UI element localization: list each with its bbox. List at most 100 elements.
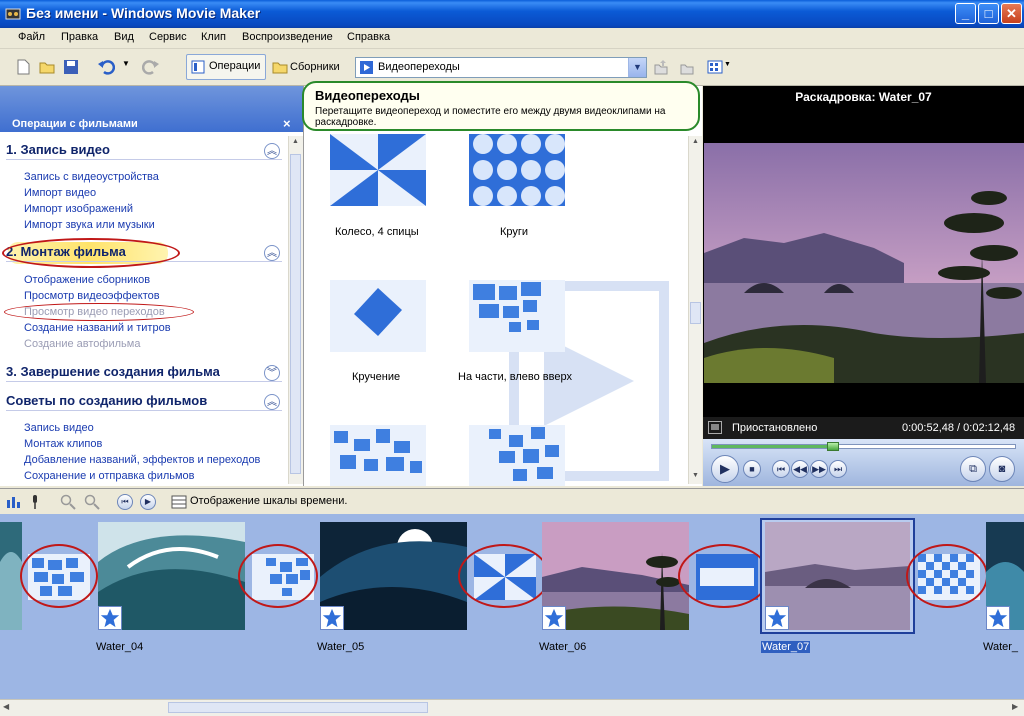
clip-name[interactable]: Water_ bbox=[983, 641, 1018, 653]
section-finish-movie[interactable]: 3. Завершение создания фильма bbox=[6, 364, 282, 382]
scroll-thumb[interactable] bbox=[690, 302, 701, 324]
transition-thumbnail[interactable] bbox=[330, 425, 426, 486]
save-project-icon[interactable] bbox=[62, 58, 80, 76]
split-clip-icon[interactable]: ⧉ bbox=[960, 456, 986, 482]
seek-bar[interactable] bbox=[711, 442, 1016, 451]
annotation-circle bbox=[238, 544, 318, 608]
undo-icon[interactable] bbox=[97, 58, 115, 76]
zoom-out-icon[interactable] bbox=[84, 494, 100, 510]
collections-label[interactable]: Сборники bbox=[290, 61, 340, 73]
views-dropdown-icon[interactable]: ▼ bbox=[724, 61, 731, 68]
show-timeline-label[interactable]: Отображение шкалы времени. bbox=[190, 495, 347, 507]
link-tip-titles-effects[interactable]: Добавление названий, эффектов и переходо… bbox=[24, 454, 260, 466]
chevron-down-icon[interactable]: ▼ bbox=[628, 58, 646, 77]
open-project-icon[interactable] bbox=[38, 58, 56, 76]
clip-name[interactable]: Water_05 bbox=[317, 641, 364, 653]
transition-spin[interactable] bbox=[330, 280, 426, 352]
annotation-circle bbox=[678, 544, 770, 608]
new-collection-icon[interactable] bbox=[678, 58, 696, 76]
link-tip-editing[interactable]: Монтаж клипов bbox=[24, 438, 102, 450]
transition-thumbnail[interactable] bbox=[469, 425, 565, 486]
scroll-left-icon[interactable]: ◀ bbox=[3, 702, 9, 711]
menu-help[interactable]: Справка bbox=[347, 31, 390, 43]
new-project-icon[interactable] bbox=[14, 58, 32, 76]
collection-dropdown[interactable]: Видеопереходы ▼ bbox=[355, 57, 647, 78]
audio-levels-icon[interactable] bbox=[5, 494, 21, 510]
annotation-circle bbox=[2, 238, 180, 268]
preview-image bbox=[704, 143, 1024, 383]
forward-button[interactable]: ▶▶ bbox=[810, 460, 828, 478]
annotation-circle bbox=[4, 303, 194, 321]
scroll-right-icon[interactable]: ▶ bbox=[1012, 702, 1018, 711]
transition-wheel-4-spokes[interactable] bbox=[330, 134, 426, 206]
link-make-automovie[interactable]: Создание автофильма bbox=[24, 338, 140, 350]
scroll-thumb[interactable] bbox=[290, 154, 301, 474]
collapse-chevron-icon[interactable]: ︽ bbox=[264, 245, 280, 261]
link-tip-save-send[interactable]: Сохранение и отправка фильмов bbox=[24, 470, 195, 482]
link-import-pictures[interactable]: Импорт изображений bbox=[24, 203, 133, 215]
link-make-titles[interactable]: Создание названий и титров bbox=[24, 322, 171, 334]
clip-thumbnail[interactable] bbox=[0, 522, 22, 630]
up-folder-icon[interactable] bbox=[652, 58, 670, 76]
play-button[interactable]: ▶ bbox=[711, 455, 739, 483]
play-storyboard-button[interactable]: ▶ bbox=[140, 494, 156, 510]
seek-thumb[interactable] bbox=[827, 442, 840, 451]
clip-name[interactable]: Water_04 bbox=[96, 641, 143, 653]
views-icon[interactable] bbox=[706, 58, 724, 76]
collections-icon[interactable] bbox=[272, 59, 288, 75]
collapse-chevron-icon[interactable]: ︽ bbox=[264, 394, 280, 410]
clip-effect-star-icon[interactable] bbox=[986, 606, 1010, 630]
link-import-audio[interactable]: Импорт звука или музыки bbox=[24, 219, 155, 231]
link-capture-from-device[interactable]: Запись с видеоустройства bbox=[24, 171, 159, 183]
close-button[interactable]: ✕ bbox=[1001, 3, 1022, 24]
redo-icon[interactable] bbox=[142, 58, 160, 76]
rewind-button[interactable]: ◀◀ bbox=[791, 460, 809, 478]
rewind-storyboard-button[interactable]: ⏮ bbox=[117, 494, 133, 510]
playback-controls: ▶ ■ ⏮ ◀◀ ▶▶ ⏭ ⧉ ◙ bbox=[703, 439, 1024, 486]
microphone-icon[interactable] bbox=[27, 494, 43, 510]
clip-effect-star-icon[interactable] bbox=[98, 606, 122, 630]
menu-edit[interactable]: Правка bbox=[61, 31, 98, 43]
storyboard-scrollbar[interactable]: ◀ ▶ bbox=[0, 699, 1024, 716]
menu-clip[interactable]: Клип bbox=[201, 31, 226, 43]
minimize-button[interactable]: _ bbox=[955, 3, 976, 24]
operations-button[interactable]: Операции bbox=[186, 54, 266, 80]
section-capture-video[interactable]: 1. Запись видео bbox=[6, 142, 282, 160]
playback-time: 0:00:52,48 / 0:02:12,48 bbox=[902, 422, 1016, 434]
task-pane-scrollbar[interactable]: ▲ bbox=[288, 136, 303, 484]
clip-name[interactable]: Water_06 bbox=[539, 641, 586, 653]
maximize-button[interactable]: □ bbox=[978, 3, 999, 24]
next-frame-button[interactable]: ⏭ bbox=[829, 460, 847, 478]
close-pane-icon[interactable]: × bbox=[283, 116, 291, 131]
zoom-in-icon[interactable] bbox=[60, 494, 76, 510]
playback-status: Приостановлено bbox=[732, 422, 818, 434]
link-view-effects[interactable]: Просмотр видеоэффектов bbox=[24, 290, 160, 302]
expand-chevron-icon[interactable]: ︾ bbox=[264, 365, 280, 381]
section-movie-tips[interactable]: Советы по созданию фильмов bbox=[6, 393, 282, 411]
scroll-thumb[interactable] bbox=[168, 702, 428, 713]
menu-file[interactable]: Файл bbox=[18, 31, 45, 43]
transitions-collection: Колесо, 4 спицы Круги Кручение На части,… bbox=[304, 86, 702, 486]
clip-effect-star-icon[interactable] bbox=[542, 606, 566, 630]
menu-view[interactable]: Вид bbox=[114, 31, 134, 43]
annotation-circle bbox=[458, 544, 550, 608]
stop-button[interactable]: ■ bbox=[743, 460, 761, 478]
clip-effect-star-icon[interactable] bbox=[765, 606, 789, 630]
timeline-icon[interactable] bbox=[171, 494, 187, 510]
link-show-collections[interactable]: Отображение сборников bbox=[24, 274, 150, 286]
transition-circles[interactable] bbox=[469, 134, 565, 206]
snapshot-camera-icon[interactable]: ◙ bbox=[989, 456, 1015, 482]
screen-icon[interactable] bbox=[708, 421, 722, 434]
clip-effect-star-icon[interactable] bbox=[320, 606, 344, 630]
clip-name-selected[interactable]: Water_07 bbox=[761, 641, 811, 653]
collection-scrollbar[interactable]: ▲ ▼ bbox=[688, 136, 702, 484]
previous-frame-button[interactable]: ⏮ bbox=[772, 460, 790, 478]
menu-tools[interactable]: Сервис bbox=[149, 31, 187, 43]
transition-shatter-up-left[interactable] bbox=[469, 280, 565, 352]
collapse-chevron-icon[interactable]: ︽ bbox=[264, 143, 280, 159]
undo-dropdown-icon[interactable]: ▼ bbox=[122, 59, 130, 68]
link-tip-capture[interactable]: Запись видео bbox=[24, 422, 94, 434]
collection-tooltip: Видеопереходы Перетащите видеопереход и … bbox=[302, 81, 700, 131]
menu-playback[interactable]: Воспроизведение bbox=[242, 31, 333, 43]
link-import-video[interactable]: Импорт видео bbox=[24, 187, 96, 199]
